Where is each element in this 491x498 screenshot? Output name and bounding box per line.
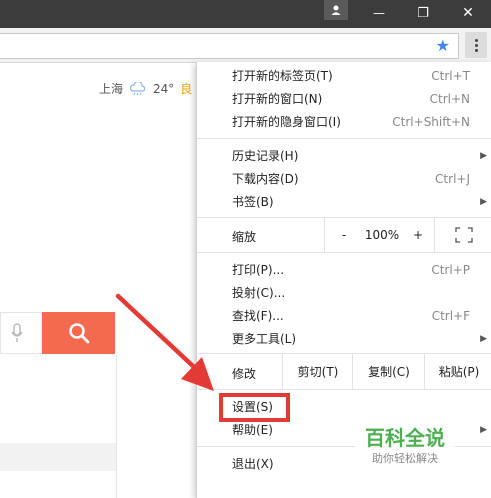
watermark-title: 百科全说 (365, 426, 445, 450)
watermark-subtitle: 助你轻松解决 (372, 452, 438, 465)
annotation-arrow-icon (115, 293, 214, 391)
watermark: 百科全说 助你轻松解决 (355, 425, 455, 470)
